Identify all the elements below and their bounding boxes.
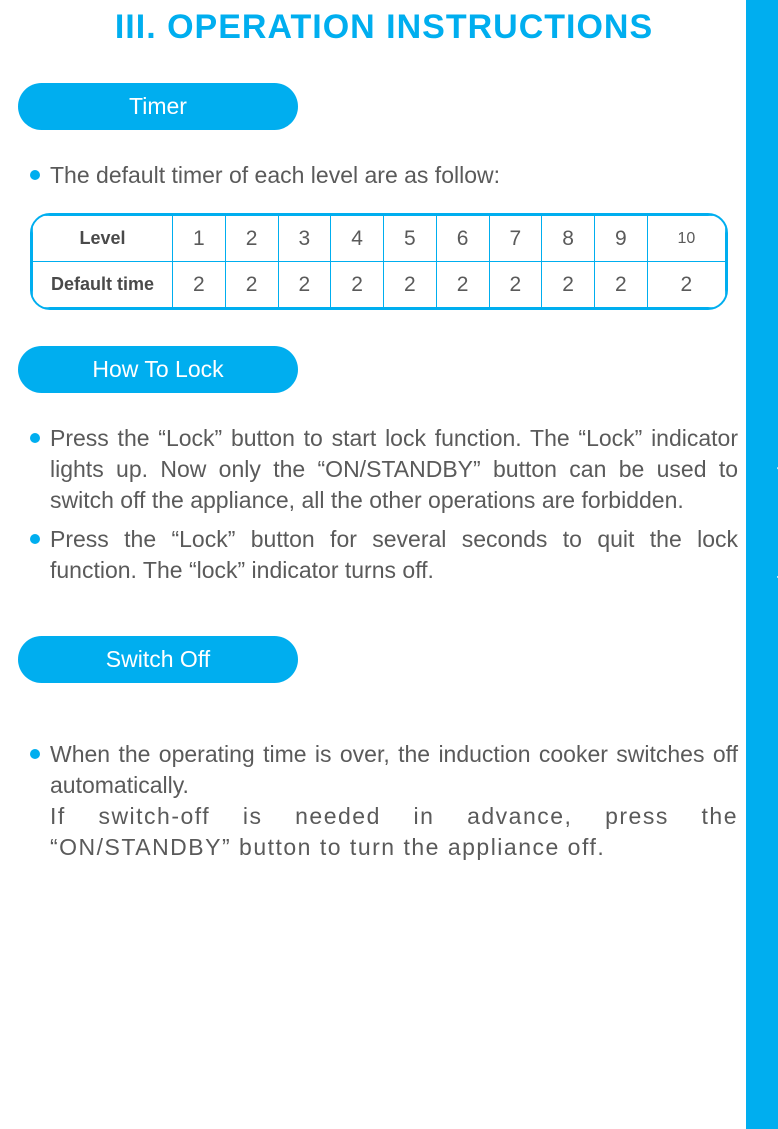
row-header-level: Level: [33, 216, 173, 262]
page-title: III. OPERATION INSTRUCTIONS: [30, 0, 738, 47]
cell: 2: [225, 216, 278, 262]
cell: 8: [542, 216, 595, 262]
bullet-icon: [30, 749, 40, 759]
cell: 4: [331, 216, 384, 262]
bullet-timer-intro: The default timer of each level are as f…: [30, 160, 738, 191]
bullet-icon: [30, 534, 40, 544]
cell: 5: [384, 216, 437, 262]
section-timer: Timer The default timer of each level ar…: [30, 83, 738, 310]
row-header-time: Default time: [33, 262, 173, 308]
cell: 9: [595, 216, 648, 262]
section-switchoff: Switch Off When the operating time is ov…: [30, 636, 738, 863]
bullet-text: Press the “Lock” button for several seco…: [50, 524, 738, 586]
cell: 2: [331, 262, 384, 308]
table-row: Default time 2 2 2 2 2 2 2 2 2 2: [33, 262, 726, 308]
switchoff-line1: When the operating time is over, the ind…: [50, 741, 738, 798]
timer-table-wrap: Level 1 2 3 4 5 6 7 8 9 10 Default time: [30, 213, 738, 310]
bullet-switchoff-1: When the operating time is over, the ind…: [30, 739, 738, 863]
table-row: Level 1 2 3 4 5 6 7 8 9 10: [33, 216, 726, 262]
section-lock: How To Lock Press the “Lock” button to s…: [30, 346, 738, 586]
bullet-text: The default timer of each level are as f…: [50, 160, 738, 191]
cell: 2: [436, 262, 489, 308]
bullet-lock-2: Press the “Lock” button for several seco…: [30, 524, 738, 586]
cell: 10: [647, 216, 725, 262]
cell: 2: [647, 262, 725, 308]
heading-switchoff: Switch Off: [18, 636, 298, 683]
switchoff-line2: If switch-off is needed in advance, pres…: [50, 803, 738, 860]
bullet-icon: [30, 433, 40, 443]
side-tab: Operation Instructions: [746, 0, 778, 1129]
cell: 6: [436, 216, 489, 262]
heading-timer: Timer: [18, 83, 298, 130]
cell: 2: [384, 262, 437, 308]
cell: 3: [278, 216, 331, 262]
cell: 2: [173, 262, 226, 308]
cell: 2: [225, 262, 278, 308]
cell: 1: [173, 216, 226, 262]
cell: 2: [489, 262, 542, 308]
cell: 2: [595, 262, 648, 308]
bullet-icon: [30, 170, 40, 180]
bullet-text: When the operating time is over, the ind…: [50, 739, 738, 863]
bullet-text: Press the “Lock” button to start lock fu…: [50, 423, 738, 516]
heading-lock: How To Lock: [18, 346, 298, 393]
page-number: 8: [760, 1085, 772, 1111]
bullet-lock-1: Press the “Lock” button to start lock fu…: [30, 423, 738, 516]
cell: 2: [278, 262, 331, 308]
cell: 2: [542, 262, 595, 308]
page: Operation Instructions 8 III. OPERATION …: [0, 0, 778, 1129]
side-tab-label: Operation Instructions: [774, 430, 778, 646]
cell: 7: [489, 216, 542, 262]
timer-table: Level 1 2 3 4 5 6 7 8 9 10 Default time: [30, 213, 728, 310]
